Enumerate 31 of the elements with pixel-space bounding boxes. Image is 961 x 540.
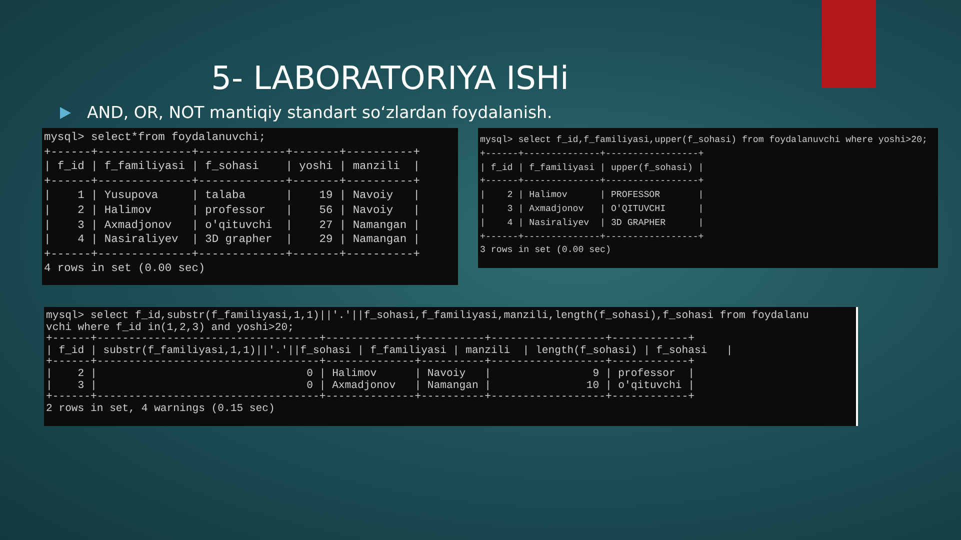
console-line: mysql> select*from foydalanuvchi; bbox=[44, 131, 266, 146]
console-line: +------+-----------------------------------+--------------+----------+------------------+------------+ bbox=[46, 392, 694, 404]
console-line: +------+--------------+-------------+-------+----------+ bbox=[44, 146, 420, 160]
console-line: | 2 | Halimov | PROFESSOR | bbox=[480, 188, 704, 202]
console-line: | 2 | Halimov | professor | 56 | Navoiy | bbox=[44, 204, 420, 219]
console-line: | 3 | Axmadjonov | o'qituvchi | 27 | Namangan | bbox=[44, 218, 420, 234]
console-line: | f_id | f_familiyasi | upper(f_sohasi) | bbox=[480, 160, 704, 174]
console-line: +------+-----------------------------------+--------------+----------+------------------+------------+ bbox=[46, 334, 694, 346]
console-line: 4 rows in set (0.00 sec) bbox=[44, 262, 206, 277]
console-line: +------+--------------+-------------+-------+----------+ bbox=[44, 248, 420, 262]
console-line: +------+--------------+-----------------+ bbox=[480, 230, 704, 244]
console-line: +------+-----------------------------------+--------------+----------+------------------+------------+ bbox=[46, 357, 694, 368]
console-line: | 4 | Nasiraliyev | 3D grapher | 29 | Namangan | bbox=[44, 233, 420, 248]
console-line: mysql> select f_id,substr(f_familiyasi,1,1)||'.'||f_sohasi,f_familiyasi,manzili,length(f_sohasi),f_sohasi from foydalanu bbox=[46, 311, 809, 322]
console-line: +------+--------------+-----------------+ bbox=[480, 174, 704, 188]
console-line: | 3 | Axmadjonov | O'QITUVCHI | bbox=[480, 202, 704, 216]
console-line: 2 rows in set, 4 warnings (0.15 sec) bbox=[46, 404, 275, 416]
console-line: mysql> select f_id,f_familiyasi,upper(f_sohasi) from foydalanuvchi where yoshi>20; bbox=[480, 133, 928, 147]
console-line: | 4 | Nasiraliyev | 3D GRAPHER | bbox=[480, 216, 704, 230]
console-line: | 1 | Yusupova | talaba | 19 | Navoiy | bbox=[44, 189, 420, 204]
slide-title: 5- LABORATORIYA ISHi bbox=[210, 58, 570, 98]
console-line: +------+--------------+-----------------+ bbox=[480, 146, 704, 161]
console-line: | 3 | 0 | Axmadjonov | Namangan | 10 | o'qituvchi | bbox=[46, 380, 694, 392]
console-line: | f_id | substr(f_familiyasi,1,1)||'.'||f_sohasi | f_familiyasi | manzili | length(f_sohasi) | f_sohasi | bbox=[46, 346, 733, 358]
console-line: | f_id | f_familiyasi | f_sohasi | yoshi | manzili | bbox=[44, 160, 420, 175]
triangle-bullet-icon bbox=[60, 107, 71, 119]
bullet-text: AND, OR, NOT mantiqiy standart so‘zlardan foydalanish. bbox=[87, 103, 552, 123]
console-line: | 2 | 0 | Halimov | Navoiy | 9 | professor | bbox=[46, 368, 694, 380]
console-line: 3 rows in set (0.00 sec) bbox=[480, 243, 611, 258]
console-line: +------+--------------+-------------+-------+----------+ bbox=[44, 174, 420, 190]
console-line: vchi where f_id in(1,2,3) and yoshi>20; bbox=[46, 322, 294, 334]
